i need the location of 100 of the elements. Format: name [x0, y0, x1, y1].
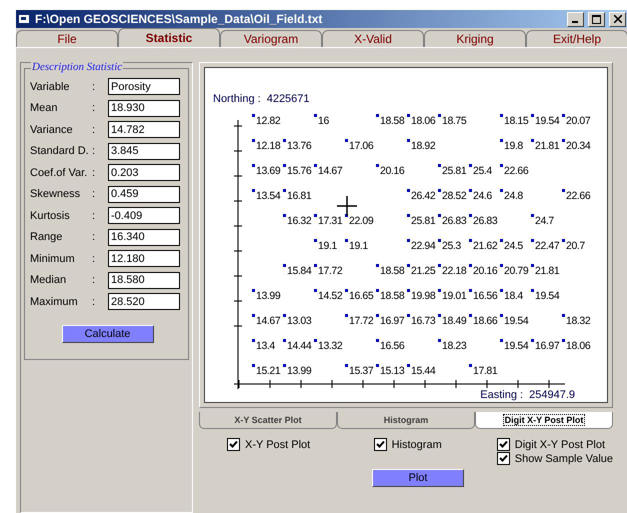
checkbox[interactable] — [496, 438, 510, 451]
stat-label: Coef.of Var. — [30, 166, 88, 179]
sample-value: 26.83 — [473, 214, 498, 226]
crosshair-icon — [336, 195, 358, 217]
sample-value: 24.7 — [535, 214, 554, 226]
sample-value: 16 — [318, 114, 329, 126]
stat-label: Maximum — [30, 296, 79, 308]
window-title: F:\Open GEOSCIENCES\Sample_Data\Oil_Field.txt — [35, 12, 324, 26]
checkbox-label: X-Y Post Plot — [245, 438, 310, 450]
sample-value: 16.97 — [380, 314, 404, 326]
stat-label: Variable — [30, 80, 71, 93]
easting-label: Easting : — [480, 389, 524, 401]
close-button[interactable] — [609, 12, 626, 26]
sample-value: 25.81 — [442, 164, 466, 176]
sample-value: 13.32 — [318, 340, 342, 352]
sample-value: 15.76 — [287, 164, 312, 176]
sample-value: 15.37 — [349, 364, 374, 376]
stat-label: Minimum — [30, 252, 76, 265]
stat-field[interactable]: 0.203 — [108, 164, 180, 182]
sample-value: 17.31 — [318, 214, 342, 226]
sample-value: 26.83 — [442, 214, 466, 226]
sample-value: 20.07 — [566, 114, 590, 126]
sample-value: 15.13 — [380, 364, 404, 376]
stat-label: Mean — [30, 102, 59, 114]
tab[interactable]: Variogram — [220, 30, 322, 47]
sample-value: 18.58 — [380, 290, 404, 302]
sample-value: 24.6 — [473, 190, 492, 202]
calculate-button[interactable]: Calculate — [62, 324, 154, 342]
colon: : — [92, 252, 96, 265]
sample-value: 21.81 — [535, 140, 560, 152]
sample-value: 17.81 — [473, 364, 498, 376]
sample-value: 19.98 — [411, 290, 436, 302]
stat-field[interactable]: 28.520 — [108, 293, 180, 310]
colon: : — [92, 124, 96, 136]
sample-value: 18.06 — [566, 340, 590, 352]
sample-value: 18.75 — [442, 114, 466, 126]
sample-value: 19.54 — [535, 114, 560, 126]
sample-value: 28.52 — [442, 190, 466, 202]
sample-value: 19.01 — [442, 290, 466, 302]
sample-value: 17.72 — [318, 264, 342, 276]
sample-value: 18.23 — [442, 340, 466, 352]
sample-value: 22.47 — [535, 240, 560, 252]
sample-value: 13.4 — [256, 340, 275, 352]
sample-value: 14.67 — [256, 314, 280, 326]
plot-tab[interactable]: Digit X-Y Post Plot — [475, 412, 613, 429]
plot-tab[interactable]: X-Y Scatter Plot — [199, 412, 337, 429]
sample-value: 21.81 — [535, 264, 560, 276]
close-icon — [614, 15, 622, 23]
sample-value: 18.32 — [566, 314, 590, 326]
stat-field[interactable]: 12.180 — [108, 250, 180, 268]
sample-value: 13.99 — [256, 290, 280, 302]
stat-field[interactable]: 16.340 — [108, 228, 180, 246]
tab[interactable]: X-Valid — [322, 30, 424, 47]
colon: : — [92, 188, 96, 200]
tab[interactable]: Statistic — [118, 28, 220, 47]
tab[interactable]: File — [16, 30, 118, 47]
sample-value: 12.82 — [256, 114, 280, 126]
stat-field[interactable]: 14.782 — [108, 121, 180, 138]
checkbox-label: Digit X-Y Post Plot — [514, 438, 606, 450]
colon: : — [92, 231, 96, 244]
tab[interactable]: Exit/Help — [526, 30, 627, 47]
sample-value: 16.56 — [380, 340, 404, 352]
group-title: Description Statistic — [31, 61, 124, 73]
sample-value: 16.81 — [287, 190, 312, 202]
sample-value: 17.06 — [349, 140, 374, 152]
sample-value: 13.76 — [287, 140, 312, 152]
stat-field[interactable]: 0.459 — [108, 186, 180, 203]
checkbox[interactable] — [374, 438, 387, 451]
plot-button[interactable]: Plot — [372, 469, 464, 487]
maximize-button[interactable] — [588, 12, 605, 26]
minimize-button[interactable] — [567, 12, 584, 26]
stat-label: Median — [30, 274, 68, 286]
tab[interactable]: Kriging — [424, 30, 526, 47]
sample-value: 13.99 — [287, 364, 312, 376]
stat-field[interactable]: 18.930 — [108, 100, 180, 117]
sample-value: 22.66 — [504, 164, 528, 176]
stat-field[interactable]: Porosity — [108, 78, 180, 96]
sample-value: 19.54 — [504, 340, 528, 352]
checkbox[interactable] — [227, 438, 240, 451]
sample-value: 22.94 — [411, 240, 436, 252]
sample-value: 15.84 — [287, 264, 312, 276]
sample-value: 17.72 — [349, 314, 374, 326]
stat-field[interactable]: 18.580 — [108, 272, 180, 289]
sample-value: 16.65 — [349, 290, 374, 302]
sample-value: 13.69 — [256, 164, 280, 176]
stat-field[interactable]: -0.409 — [108, 207, 180, 224]
stat-field[interactable]: 3.845 — [108, 142, 180, 160]
plot-tab[interactable]: Histogram — [337, 412, 475, 429]
checkbox[interactable] — [496, 452, 510, 465]
sample-value: 18.58 — [380, 264, 404, 276]
sample-value: 19.1 — [318, 240, 337, 252]
sample-value: 14.44 — [287, 340, 312, 352]
stat-label: Variance — [30, 124, 74, 136]
sample-value: 20.79 — [504, 264, 528, 276]
checkbox-label: Histogram — [392, 438, 442, 450]
sample-value: 24.8 — [504, 190, 523, 202]
sample-value: 26.42 — [411, 190, 436, 202]
sample-value: 22.09 — [349, 214, 374, 226]
colon: : — [92, 166, 96, 179]
colon: : — [92, 102, 96, 114]
